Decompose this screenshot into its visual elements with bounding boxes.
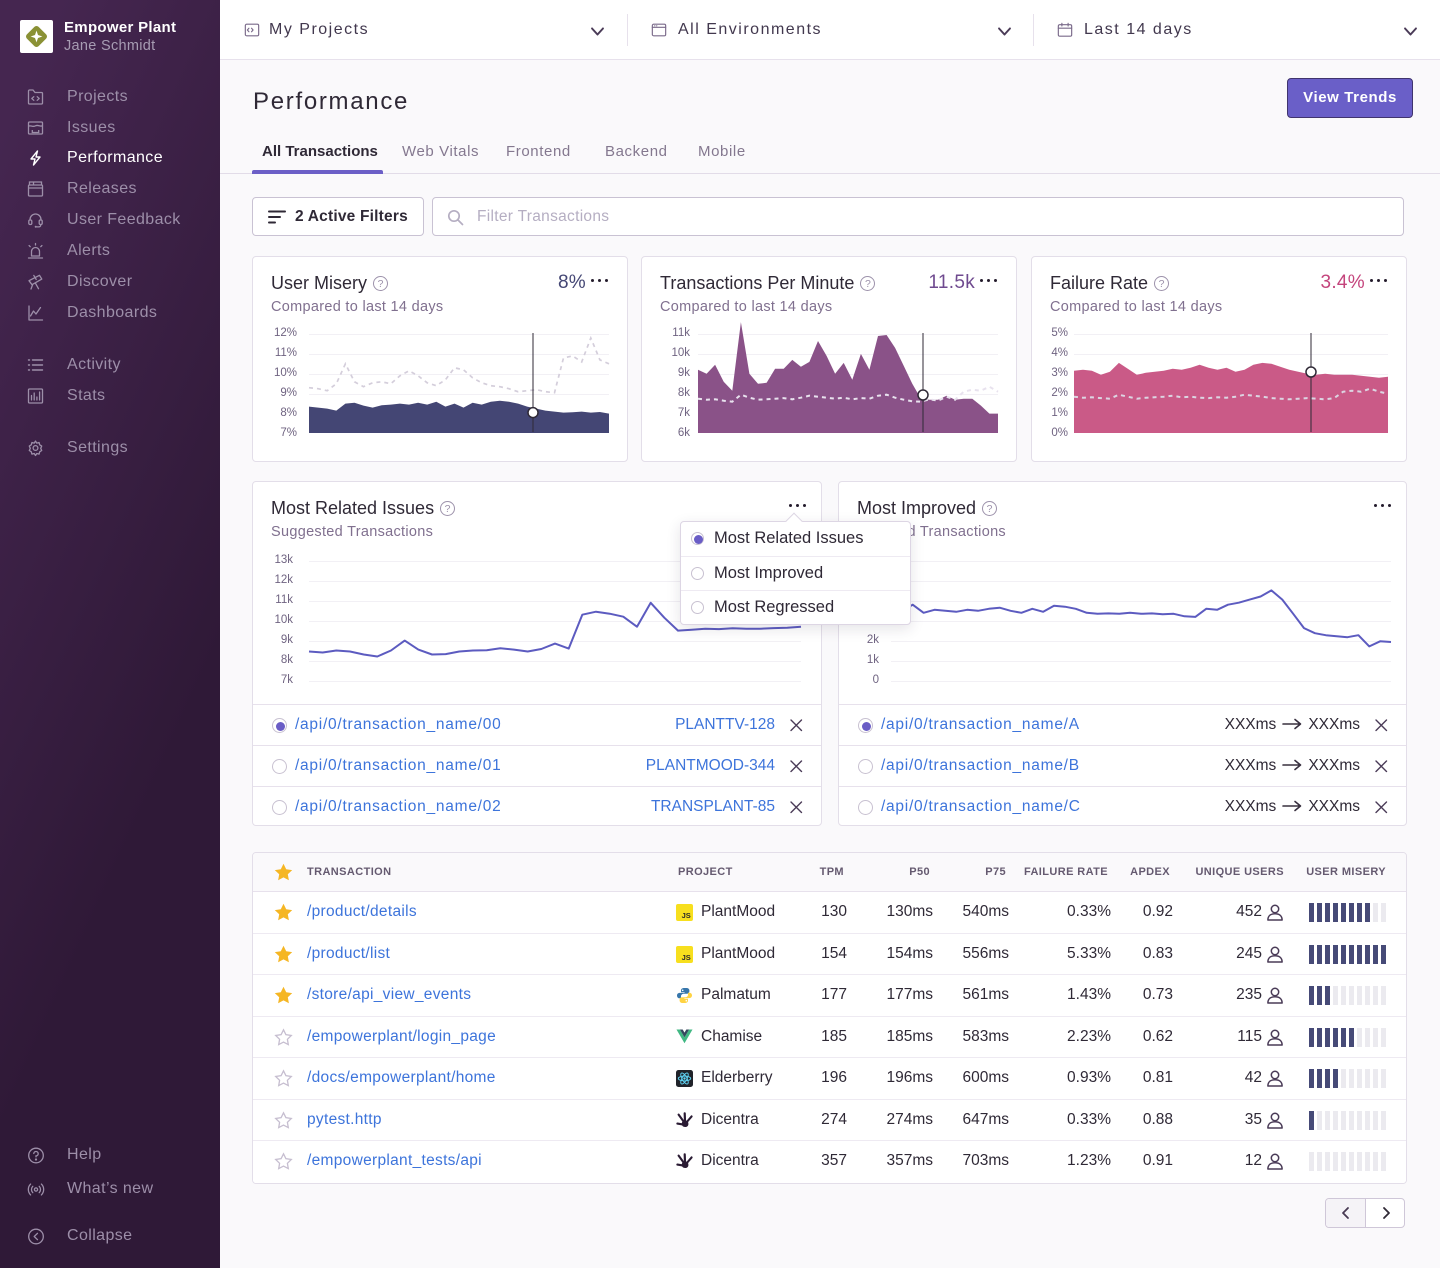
svg-text:JS: JS <box>682 911 691 920</box>
svg-text:JS: JS <box>682 953 691 962</box>
